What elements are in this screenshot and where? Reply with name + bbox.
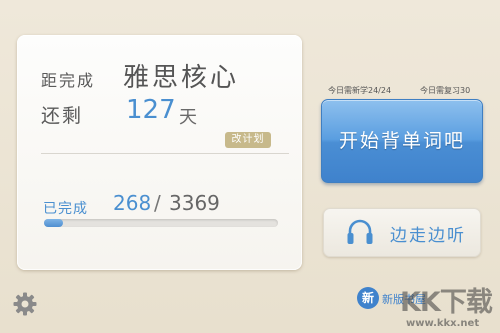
- completed-label: 已完成: [43, 201, 88, 217]
- watermark-url: www.kkx.net: [406, 318, 480, 329]
- plan-card: 距完成 雅思核心 还剩 127 天 改计划 已完成 268 / 3369: [17, 35, 302, 270]
- edit-plan-button[interactable]: 改计划: [225, 132, 271, 148]
- headphones-icon: [347, 219, 373, 244]
- remain-label: 还剩: [41, 105, 84, 127]
- new-badge-icon: 新: [357, 287, 379, 309]
- days-unit: 天: [179, 107, 197, 128]
- completed-count: 268: [113, 191, 152, 215]
- listen-mode-label: 边走边听: [390, 226, 466, 246]
- listen-mode-button[interactable]: 边走边听: [323, 208, 481, 257]
- gear-icon[interactable]: [12, 291, 38, 317]
- today-new-words: 今日需新学24/24: [328, 86, 392, 95]
- count-separator: /: [154, 191, 161, 215]
- total-count: 3369: [169, 191, 220, 215]
- progress-bar: [44, 219, 278, 227]
- divider: [41, 153, 289, 154]
- progress-fill: [44, 219, 63, 227]
- today-review-words: 今日需复习30: [420, 86, 471, 95]
- watermark-logo: KK下载: [400, 287, 493, 318]
- target-label: 距完成: [41, 71, 96, 90]
- start-study-button[interactable]: 开始背单词吧: [321, 99, 483, 183]
- target-wordbook-name: 雅思核心: [123, 63, 240, 93]
- remaining-days: 127: [126, 95, 176, 125]
